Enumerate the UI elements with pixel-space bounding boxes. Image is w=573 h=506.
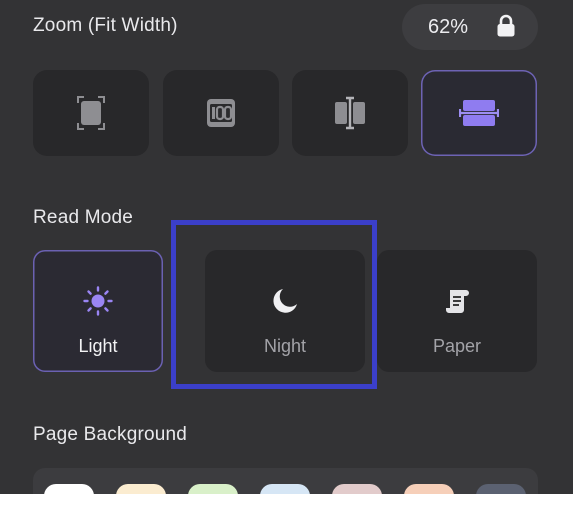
swatch-slate[interactable] [476, 484, 526, 494]
swatch-white[interactable] [44, 484, 94, 494]
zoom-label: Zoom (Fit Width) [33, 15, 178, 36]
read-mode-paper-label: Paper [432, 336, 482, 356]
swatch-blue[interactable] [260, 484, 310, 494]
fit-page-button[interactable] [33, 70, 149, 156]
reader-settings-panel: Zoom (Fit Width) 62% Read Mode Light Nig… [0, 0, 573, 494]
bottom-edge [0, 494, 573, 506]
fit-width-button[interactable] [421, 70, 537, 156]
page-background-label: Page Background [33, 424, 188, 445]
swatch-peach[interactable] [404, 484, 454, 494]
zoom-value-pill[interactable]: 62% [402, 4, 538, 50]
scroll-icon [442, 286, 472, 316]
read-mode-night-label: Night [263, 336, 307, 356]
swatch-rose[interactable] [332, 484, 382, 494]
read-mode-light-label: Light [78, 336, 118, 356]
read-mode-paper[interactable]: Paper [377, 250, 537, 372]
actual-size-button[interactable] [163, 70, 279, 156]
read-mode-label: Read Mode [33, 207, 134, 228]
lock-icon[interactable] [496, 14, 516, 38]
sun-icon [83, 286, 113, 316]
fit-height-button[interactable] [292, 70, 408, 156]
swatch-green[interactable] [188, 484, 238, 494]
moon-icon [270, 286, 300, 316]
read-mode-light[interactable]: Light [33, 250, 163, 372]
zoom-value: 62% [428, 16, 469, 38]
read-mode-night[interactable]: Night [205, 250, 365, 372]
swatch-cream[interactable] [116, 484, 166, 494]
